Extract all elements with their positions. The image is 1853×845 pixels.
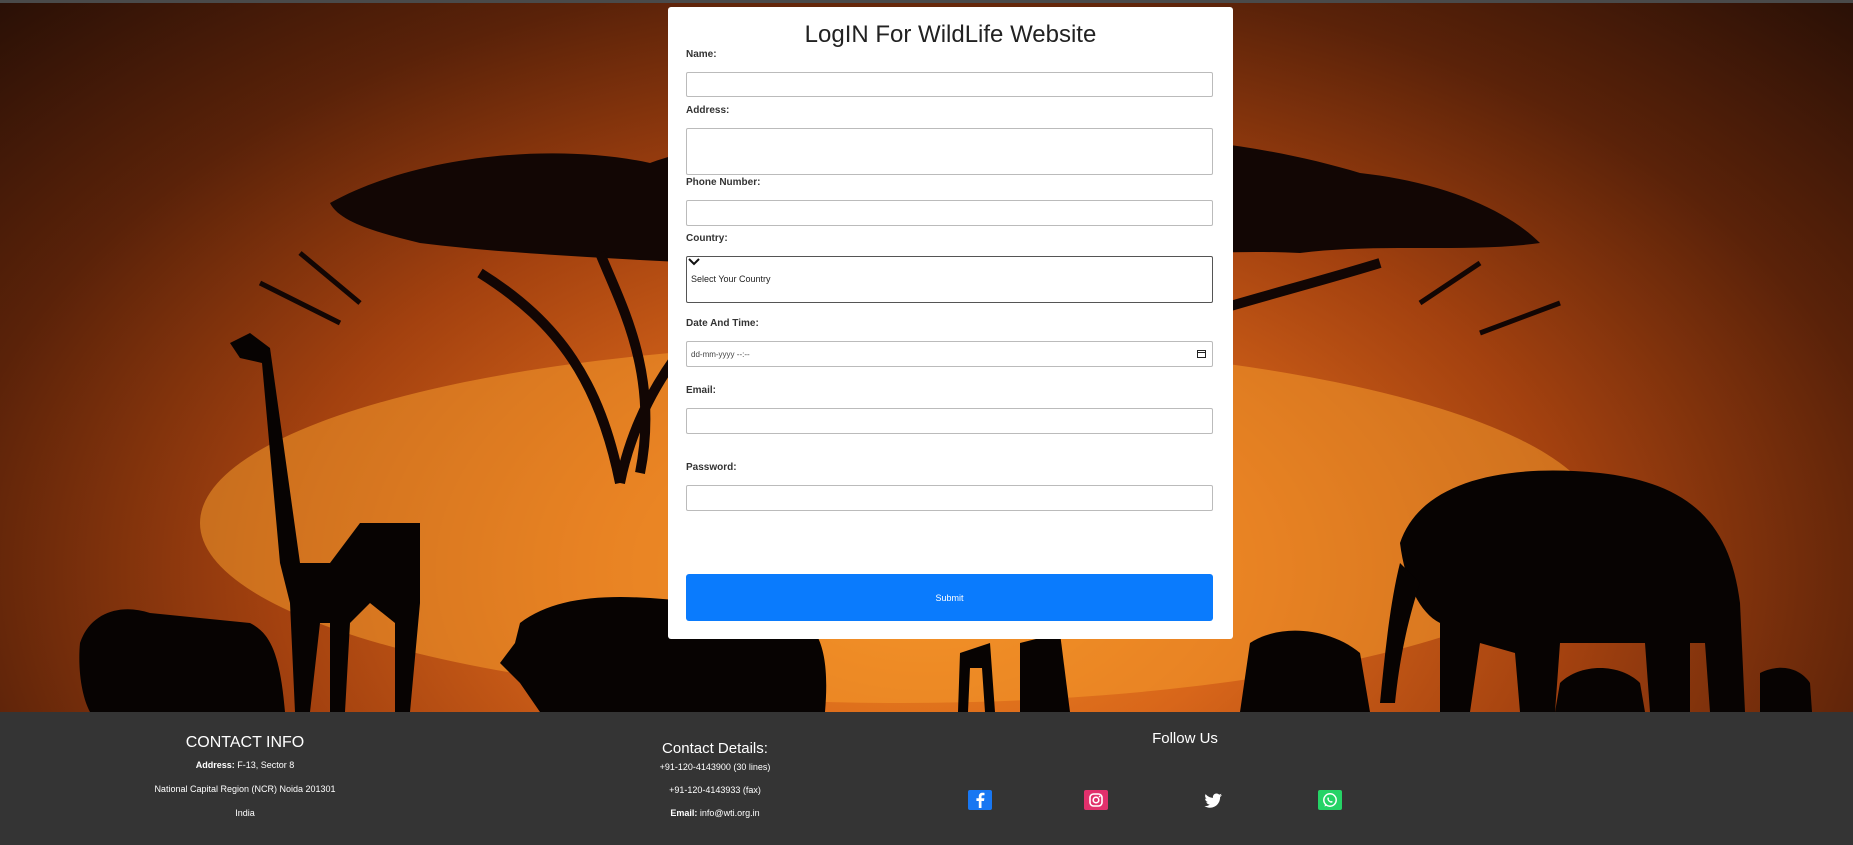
wildlife-background-image: LogIN For WildLife Website Name: Address… [0,3,1853,712]
datetime-placeholder: dd-mm-yyyy --:-- [691,350,750,359]
email-input[interactable] [686,408,1213,434]
instagram-icon[interactable] [1084,790,1108,810]
facebook-icon[interactable] [968,790,992,810]
address-textarea[interactable] [686,128,1213,175]
email-value[interactable]: info@wti.org.in [697,808,760,818]
email-label: Email: [686,385,717,396]
datetime-label: Date And Time: [686,318,759,329]
country-label: Country: [686,233,728,244]
submit-button[interactable]: Submit [686,574,1213,621]
contact-address: Address: F-13, Sector 8 [100,760,390,770]
phone-lines: +91-120-4143900 (30 lines) [659,762,771,772]
contact-info-section: CONTACT INFO Address: F-13, Sector 8 Nat… [100,734,390,834]
address-value: F-13, Sector 8 [234,760,295,770]
contact-email: Email: info@wti.org.in [610,808,820,818]
country-selected-value: Select Your Country [691,274,771,284]
contact-details-heading: Contact Details: [662,740,768,757]
contact-info-heading: CONTACT INFO [185,734,305,751]
address-label: Address: [686,105,730,116]
phone-label: Phone Number: [686,177,761,188]
country-select[interactable]: Select Your Country [686,256,1213,303]
password-input[interactable] [686,485,1213,511]
phone-fax: +91-120-4143933 (fax) [669,785,761,795]
email-label: Email: [670,808,698,818]
name-input[interactable] [686,72,1213,97]
login-form-card: LogIN For WildLife Website Name: Address… [668,7,1233,639]
address-label: Address: [195,760,235,770]
whatsapp-icon[interactable] [1318,790,1342,810]
name-label: Name: [686,49,717,60]
form-title: LogIN For WildLife Website [804,21,1097,48]
follow-us-section: Follow Us [1110,730,1260,747]
footer: CONTACT INFO Address: F-13, Sector 8 Nat… [0,712,1853,845]
calendar-icon[interactable] [1197,350,1206,358]
password-label: Password: [686,462,737,473]
datetime-input[interactable]: dd-mm-yyyy --:-- [686,341,1213,367]
follow-us-heading: Follow Us [1152,730,1218,747]
twitter-icon[interactable] [1201,790,1225,810]
contact-region: National Capital Region (NCR) Noida 2013… [154,784,336,794]
contact-details-section: Contact Details: +91-120-4143900 (30 lin… [610,740,820,840]
chevron-down-icon [688,258,700,266]
contact-country: India [235,808,255,818]
phone-input[interactable] [686,200,1213,226]
